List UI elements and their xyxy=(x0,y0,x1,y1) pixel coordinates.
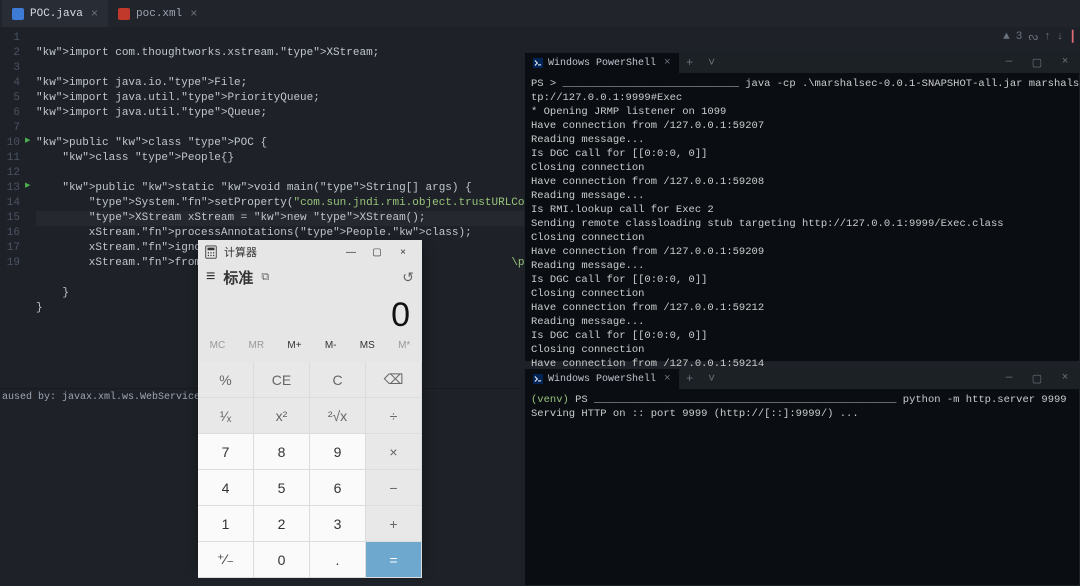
tab-dropdown-icon[interactable]: ˅ xyxy=(701,56,723,70)
calculator-titlebar[interactable]: 计算器 — ▢ × xyxy=(198,240,422,264)
calc-key-20[interactable]: ⁺⁄₋ xyxy=(198,542,254,578)
calc-key-1[interactable]: CE xyxy=(254,362,310,398)
calc-key-22[interactable]: . xyxy=(310,542,366,578)
calc-key-4[interactable]: ¹⁄ₓ xyxy=(198,398,254,434)
calc-key-6[interactable]: ²√x xyxy=(310,398,366,434)
close-icon[interactable]: × xyxy=(664,57,671,69)
warning-icon[interactable]: ▲ xyxy=(1003,31,1010,43)
close-icon[interactable]: × xyxy=(190,7,197,21)
display-value: 0 xyxy=(391,296,410,335)
tab-dropdown-icon[interactable]: ˅ xyxy=(701,372,723,386)
run-gutter: ▶▶ xyxy=(28,27,36,397)
window-controls: — ▢ × xyxy=(338,247,416,258)
calculator-window[interactable]: 计算器 — ▢ × ≡ 标准 ⧉ ↺ 0 MC MR M+ M- MS M* %CEC⌫ ¹… xyxy=(198,240,422,566)
new-tab-button[interactable]: + xyxy=(679,372,701,386)
close-button[interactable]: × xyxy=(390,247,416,258)
java-file-icon xyxy=(12,8,24,20)
terminal-tab-label: Windows PowerShell xyxy=(548,58,656,69)
history-icon[interactable]: ↺ xyxy=(402,269,414,286)
calc-key-16[interactable]: 1 xyxy=(198,506,254,542)
close-icon[interactable]: × xyxy=(664,373,671,385)
calc-key-19[interactable]: + xyxy=(366,506,422,542)
mem-mc[interactable]: MC xyxy=(210,340,226,362)
calculator-display: 0 xyxy=(198,290,422,340)
calculator-icon xyxy=(204,245,218,259)
keep-on-top-icon[interactable]: ⧉ xyxy=(261,271,269,284)
close-button[interactable]: × xyxy=(1051,372,1079,386)
calculator-mode-bar: ≡ 标准 ⧉ ↺ xyxy=(198,264,422,290)
maximize-button[interactable]: ▢ xyxy=(364,247,390,258)
editor-top-right-indicators: ▲ 3 ᔓ ↑ ↓ ┃ xyxy=(1003,30,1076,44)
powershell-icon xyxy=(533,374,543,384)
minimize-button[interactable]: — xyxy=(995,56,1023,70)
tab-poc-java[interactable]: POC.java × xyxy=(2,0,108,27)
calc-key-11[interactable]: × xyxy=(366,434,422,470)
editor-tabs: POC.java × poc.xml × xyxy=(0,0,1080,27)
calculator-title: 计算器 xyxy=(224,244,257,260)
maximize-button[interactable]: ▢ xyxy=(1023,56,1051,70)
mem-ms[interactable]: MS xyxy=(360,340,375,362)
calc-key-12[interactable]: 4 xyxy=(198,470,254,506)
calc-key-3[interactable]: ⌫ xyxy=(366,362,422,398)
calc-key-9[interactable]: 8 xyxy=(254,434,310,470)
terminal-tab[interactable]: Windows PowerShell × xyxy=(525,369,679,389)
close-button[interactable]: × xyxy=(1051,56,1079,70)
maximize-button[interactable]: ▢ xyxy=(1023,372,1051,386)
mem-m-[interactable]: M- xyxy=(325,340,337,362)
calc-key-10[interactable]: 9 xyxy=(310,434,366,470)
warning-count: 3 xyxy=(1016,31,1023,43)
minimize-button[interactable]: — xyxy=(338,247,364,258)
memory-row: MC MR M+ M- MS M* xyxy=(198,340,422,362)
calc-key-18[interactable]: 3 xyxy=(310,506,366,542)
error-stripe-icon: ┃ xyxy=(1069,30,1076,44)
calc-key-15[interactable]: − xyxy=(366,470,422,506)
new-tab-button[interactable]: + xyxy=(679,56,701,70)
terminal-tabs: Windows PowerShell × + ˅ — ▢ × xyxy=(525,369,1079,389)
powershell-icon xyxy=(533,58,543,68)
tab-label: poc.xml xyxy=(136,8,182,20)
calc-key-5[interactable]: x² xyxy=(254,398,310,434)
terminal-tab[interactable]: Windows PowerShell × xyxy=(525,53,679,73)
terminal-tab-label: Windows PowerShell xyxy=(548,374,656,385)
calc-key-21[interactable]: 0 xyxy=(254,542,310,578)
down-arrow-icon[interactable]: ↓ xyxy=(1057,31,1064,43)
up-arrow-icon[interactable]: ↑ xyxy=(1044,31,1051,43)
calc-key-2[interactable]: C xyxy=(310,362,366,398)
calc-key-14[interactable]: 6 xyxy=(310,470,366,506)
calc-key-0[interactable]: % xyxy=(198,362,254,398)
mem-m+[interactable]: M+ xyxy=(287,340,301,362)
close-icon[interactable]: × xyxy=(91,7,98,21)
mem-mr[interactable]: MR xyxy=(249,340,265,362)
minimize-button[interactable]: — xyxy=(995,372,1023,386)
xml-file-icon xyxy=(118,8,130,20)
tab-label: POC.java xyxy=(30,8,83,20)
window-controls: — ▢ × xyxy=(995,372,1079,386)
terminal-tabs: Windows PowerShell × + ˅ — ▢ × xyxy=(525,53,1079,73)
calc-key-23[interactable]: = xyxy=(366,542,422,578)
line-gutter: 1234567101112131415161719 xyxy=(0,27,28,397)
window-controls: — ▢ × xyxy=(995,56,1079,70)
inspect-icon[interactable]: ᔓ xyxy=(1028,30,1038,44)
calculator-mode-label: 标准 xyxy=(223,267,253,288)
calc-key-8[interactable]: 7 xyxy=(198,434,254,470)
terminal-output[interactable]: (venv) PS ______________________________… xyxy=(525,389,1079,425)
calc-key-17[interactable]: 2 xyxy=(254,506,310,542)
mem-m*[interactable]: M* xyxy=(398,340,410,362)
calc-key-13[interactable]: 5 xyxy=(254,470,310,506)
calculator-keypad: %CEC⌫ ¹⁄ₓx²²√x÷ 789× 456− 123+ ⁺⁄₋0.= xyxy=(198,362,422,578)
calc-key-7[interactable]: ÷ xyxy=(366,398,422,434)
hamburger-icon[interactable]: ≡ xyxy=(206,268,215,286)
terminal-2[interactable]: Windows PowerShell × + ˅ — ▢ × (venv) PS… xyxy=(524,368,1080,586)
tab-poc-xml[interactable]: poc.xml × xyxy=(108,0,207,27)
terminal-1[interactable]: Windows PowerShell × + ˅ — ▢ × PS > ____… xyxy=(524,52,1080,362)
